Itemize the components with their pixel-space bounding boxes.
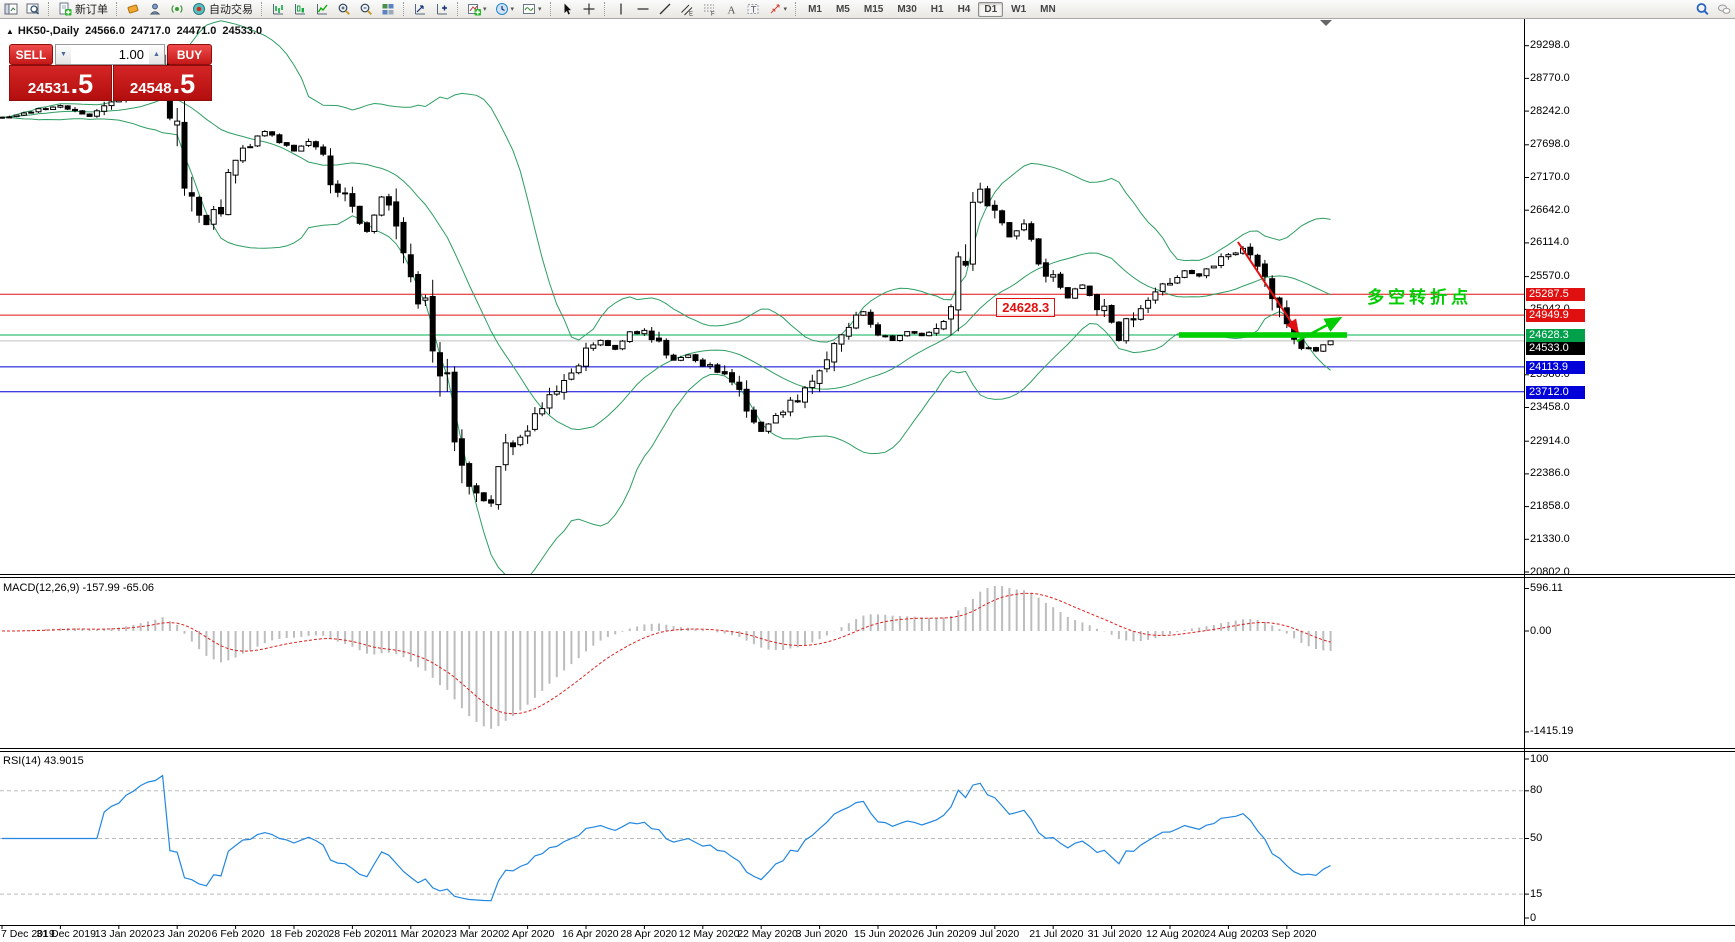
price-axis-tick: 28770.0 bbox=[1530, 72, 1570, 84]
main-plot[interactable] bbox=[0, 21, 1524, 583]
volume-input[interactable]: 1.00 bbox=[71, 45, 149, 64]
buy-price-tile[interactable]: 24548.5 bbox=[113, 65, 212, 101]
ohlc-close: 24533.0 bbox=[222, 25, 262, 37]
sell-price-frac: .5 bbox=[71, 71, 94, 98]
ohlc-open: 24566.0 bbox=[85, 25, 125, 37]
macd-signal-line bbox=[2, 593, 1331, 714]
rsi-panel[interactable] bbox=[0, 776, 1524, 901]
rsi-axis-tick: 0 bbox=[1530, 912, 1536, 924]
buy-price-main: 24548 bbox=[130, 79, 172, 98]
price-axis-tick: 21330.0 bbox=[1530, 533, 1570, 545]
symbol-period: HK50-,Daily bbox=[18, 25, 79, 37]
price-annotation-box[interactable]: 24628.3 bbox=[996, 298, 1055, 317]
price-axis-tick: 29298.0 bbox=[1530, 39, 1570, 51]
bollinger-band bbox=[2, 99, 1331, 430]
ohlc-high: 24717.0 bbox=[131, 25, 171, 37]
volume-decrease-button[interactable]: ▼ bbox=[56, 45, 71, 64]
price-axis-tick: 23458.0 bbox=[1530, 401, 1570, 413]
price-axis-tick: 26642.0 bbox=[1530, 204, 1570, 216]
candlestick-series bbox=[0, 49, 1333, 510]
price-axis-tick: 27170.0 bbox=[1530, 171, 1570, 183]
price-axis-tick: 22914.0 bbox=[1530, 435, 1570, 447]
one-click-trade-panel: SELL ▼ 1.00 ▲ BUY 24531.5 24548.5 bbox=[9, 44, 210, 97]
price-level-badge: 24628.3 bbox=[1526, 329, 1585, 342]
price-axis-tick: 28242.0 bbox=[1530, 105, 1570, 117]
macd-axis-tick: 596.11 bbox=[1530, 582, 1563, 594]
red-down-arrow[interactable] bbox=[1238, 242, 1298, 332]
macd-axis-tick: -1415.19 bbox=[1530, 725, 1573, 737]
rsi-axis-tick: 50 bbox=[1530, 832, 1542, 844]
price-axis-tick: 20802.0 bbox=[1530, 566, 1570, 578]
price-axis-tick: 22386.0 bbox=[1530, 467, 1570, 479]
buy-button[interactable]: BUY bbox=[167, 44, 212, 65]
price-axis-tick: 21858.0 bbox=[1530, 500, 1570, 512]
chart-title: ▲ HK50-,Daily 24566.0 24717.0 24471.0 24533.0 bbox=[6, 25, 268, 37]
chart-shift-marker[interactable] bbox=[1320, 20, 1332, 26]
rsi-axis-tick: 80 bbox=[1530, 784, 1542, 796]
buy-price-frac: .5 bbox=[173, 71, 196, 98]
price-level-badge: 23712.0 bbox=[1526, 386, 1585, 399]
thick-support-line[interactable] bbox=[1179, 332, 1347, 338]
volume-increase-button[interactable]: ▲ bbox=[149, 45, 164, 64]
macd-axis-tick: 0.00 bbox=[1530, 625, 1551, 637]
rsi-label: RSI(14) 43.9015 bbox=[3, 755, 84, 767]
mt4-window: 新订单自动交易▾▾▾EFAT▾M1M5M15M30H1H4D1W1MN ▲HK5… bbox=[0, 0, 1735, 942]
macd-panel[interactable] bbox=[2, 586, 1331, 729]
chart-canvas[interactable] bbox=[0, 0, 1735, 942]
rsi-axis-tick: 100 bbox=[1530, 753, 1548, 765]
price-axis-tick: 26114.0 bbox=[1530, 236, 1569, 248]
turning-point-text[interactable]: 多空转折点 bbox=[1367, 283, 1472, 308]
price-level-badge: 24533.0 bbox=[1526, 342, 1585, 355]
sell-button[interactable]: SELL bbox=[9, 44, 53, 65]
price-axis-tick: 25570.0 bbox=[1530, 270, 1570, 282]
price-level-badge: 25287.5 bbox=[1526, 288, 1585, 301]
price-level-badge: 24949.9 bbox=[1526, 309, 1585, 322]
price-level-badge: 24113.9 bbox=[1526, 361, 1585, 374]
rsi-axis-tick: 15 bbox=[1530, 888, 1542, 900]
sell-price-tile[interactable]: 24531.5 bbox=[9, 65, 112, 101]
one-click-collapse-icon[interactable]: ▲ bbox=[6, 27, 14, 36]
price-axis-tick: 27698.0 bbox=[1530, 138, 1570, 150]
macd-label: MACD(12,26,9) -157.99 -65.06 bbox=[3, 582, 154, 594]
volume-box: ▼ 1.00 ▲ bbox=[55, 44, 165, 65]
ohlc-low: 24471.0 bbox=[177, 25, 217, 37]
rsi-line bbox=[2, 776, 1331, 901]
sell-price-main: 24531 bbox=[28, 79, 70, 98]
